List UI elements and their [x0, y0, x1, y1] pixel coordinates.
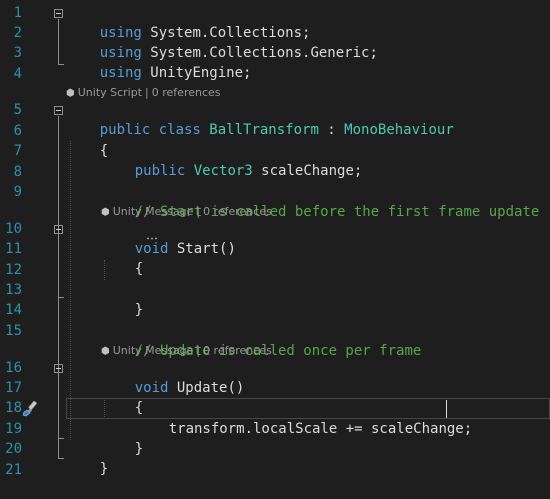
indent-guide [70, 141, 71, 440]
outline-line [58, 235, 59, 293]
line-number: 1 [13, 5, 22, 21]
collapse-toggle-class[interactable] [54, 106, 63, 115]
line-number: 7 [13, 143, 22, 159]
line-number: 21 [5, 462, 22, 478]
line-number: 19 [5, 421, 22, 437]
colon: : [318, 122, 345, 138]
codelens-update[interactable]: ⬢ Unity Message | 0 references [101, 344, 272, 359]
code-editor[interactable]: 1 2 3 4 5 6 7 8 9 10 11 12 13 14 15 16 1… [0, 0, 550, 489]
method-name: Start [176, 241, 220, 257]
text-caret [446, 400, 447, 418]
line-number: 9 [13, 184, 22, 200]
outline-end [58, 297, 64, 298]
keyword: using [99, 65, 142, 81]
codelens-label[interactable]: Unity Message [113, 344, 194, 357]
line-number: 12 [5, 262, 22, 278]
codelens-class[interactable]: ⬢ Unity Script | 0 references [66, 86, 221, 101]
references-link[interactable]: 0 references [203, 344, 272, 357]
base-class: MonoBehaviour [344, 122, 454, 138]
field-name: scaleChange; [252, 163, 363, 179]
line-number: 11 [5, 241, 22, 257]
paintbrush-icon[interactable] [22, 399, 40, 417]
line-number: 2 [13, 25, 22, 41]
line-number: 20 [5, 441, 22, 457]
outline-end [58, 64, 64, 65]
line-number: 4 [13, 66, 22, 82]
line-number: 6 [13, 123, 22, 139]
close-brace: } [134, 302, 144, 318]
close-brace: } [134, 441, 144, 457]
line-number: 15 [5, 323, 22, 339]
keyword: public [134, 163, 194, 179]
line-number: 16 [5, 360, 22, 376]
references-link[interactable]: 0 references [152, 86, 221, 99]
outline-line [58, 19, 59, 64]
line-number: 13 [5, 282, 22, 298]
code-line[interactable]: transform.localScale += scaleChange; [135, 399, 472, 459]
collapse-toggle-update[interactable] [54, 364, 63, 373]
codelens-separator: | [196, 344, 201, 357]
codelens-label[interactable]: Unity Message [113, 205, 194, 218]
collapse-toggle-start[interactable] [54, 225, 63, 234]
unity-cube-icon: ⬢ [66, 88, 75, 99]
outline-end [58, 458, 64, 459]
code-line[interactable]: } [66, 439, 108, 499]
parens: () [219, 241, 236, 257]
codelens-label[interactable]: Unity Script [78, 86, 142, 99]
codelens-separator: | [196, 205, 201, 218]
line-number: 18 [5, 400, 22, 416]
line-number: 17 [5, 380, 22, 396]
line-number: 10 [5, 221, 22, 237]
references-link[interactable]: 0 references [203, 205, 272, 218]
suggestion-dots [146, 237, 158, 240]
class-name: BallTransform [209, 122, 319, 138]
line-number: 5 [13, 102, 22, 118]
method-name: Update [176, 380, 228, 396]
outline-line [58, 374, 59, 438]
outline-end [58, 438, 64, 439]
line-number: 14 [5, 302, 22, 318]
keyword: public class [99, 122, 210, 138]
unity-cube-icon: ⬢ [101, 207, 110, 218]
unity-cube-icon: ⬢ [101, 346, 110, 357]
line-number: 8 [13, 164, 22, 180]
collapse-toggle-using[interactable] [54, 9, 63, 18]
line-number: 3 [13, 45, 22, 61]
close-brace: } [99, 461, 109, 477]
open-brace: { [134, 261, 144, 277]
statement: transform.localScale += scaleChange; [168, 421, 473, 437]
parens: () [227, 380, 245, 396]
type-name: Vector3 [193, 163, 253, 179]
codelens-separator: | [145, 86, 149, 99]
namespace: UnityEngine; [141, 65, 252, 81]
codelens-start[interactable]: ⬢ Unity Message | 0 references [101, 205, 272, 220]
